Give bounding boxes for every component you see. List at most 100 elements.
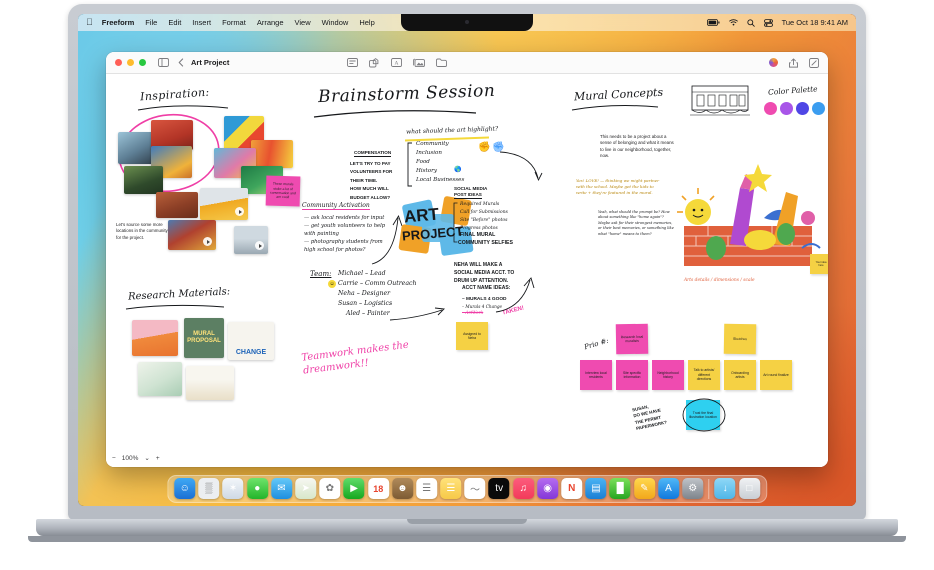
menu-item-edit[interactable]: Edit — [168, 18, 181, 27]
dock-app-settings[interactable]: ⚙ — [682, 478, 704, 499]
zoom-button[interactable] — [139, 59, 146, 66]
apple-icon[interactable]:  — [86, 18, 93, 27]
dock-app-maps[interactable]: ➤ — [295, 478, 317, 499]
dock-app-launchpad[interactable]: ▒ — [198, 478, 220, 499]
dock-app-calendar[interactable]: 18 — [367, 478, 389, 499]
arrow-to-account — [495, 277, 535, 313]
dock-app-photos[interactable]: ✿ — [319, 478, 341, 499]
menu-bar-clock[interactable]: Tue Oct 18 9:41 AM — [782, 18, 848, 27]
play-icon[interactable] — [255, 241, 264, 250]
insert-file-icon[interactable] — [436, 58, 448, 67]
dock-app-numbers[interactable]: █ — [609, 478, 631, 499]
dock-app-appletv[interactable]: tv — [488, 478, 510, 499]
dock-app-keynote[interactable]: ▤ — [585, 478, 607, 499]
sticky-note-pink[interactable]: Site specific information — [616, 360, 648, 390]
sticky-note-yellow[interactable]: Onboarding artists — [724, 360, 756, 390]
pages-icon: ✎ — [640, 483, 649, 494]
photo-thumbnail[interactable] — [124, 166, 163, 194]
collaborate-icon[interactable] — [769, 58, 778, 67]
palette-swatch[interactable] — [764, 102, 777, 115]
team-member: Carrie – Comm Outreach — [338, 280, 417, 288]
sidebar-toggle-icon[interactable] — [158, 58, 169, 67]
dock[interactable]: ☺ ▒ ✶ ● ✉ ➤ ✿ ▶ 18 ☻ ☰ ☰ 〜 tv ♫ ◉ N ▤ █ ✎ A ⚙ ↓ □ — [167, 475, 767, 503]
shapes-icon[interactable] — [369, 57, 380, 68]
palette-swatch[interactable] — [812, 102, 825, 115]
zoom-controls[interactable]: − 100% ⌄ + — [112, 454, 160, 463]
photo-thumbnail[interactable] — [156, 192, 198, 218]
sticky-note-yellow[interactable]: Sketches — [723, 323, 757, 355]
menu-item-window[interactable]: Window — [322, 18, 349, 27]
zoom-in-button[interactable]: + — [156, 455, 160, 462]
back-icon[interactable] — [178, 58, 184, 67]
wifi-icon[interactable] — [728, 19, 738, 26]
menu-item-freeform[interactable]: Freeform — [102, 18, 135, 27]
sticky-note-yellow[interactable]: Art round finalize — [760, 360, 792, 390]
belonging-note[interactable]: This needs to be a project about a sense… — [600, 134, 678, 160]
dock-app-facetime[interactable]: ▶ — [343, 478, 365, 499]
compose-icon[interactable] — [809, 57, 819, 68]
text-box-icon[interactable]: A — [391, 58, 403, 67]
research-doc-card[interactable] — [132, 320, 178, 356]
video-thumbnail[interactable] — [200, 188, 248, 220]
zoom-chevron-down-icon[interactable]: ⌄ — [144, 454, 149, 462]
research-doc-card[interactable] — [186, 366, 234, 400]
minimize-button[interactable] — [127, 59, 134, 66]
close-button[interactable] — [115, 59, 122, 66]
video-thumbnail[interactable] — [234, 226, 268, 254]
sticky-note-pink[interactable]: Research local muralists — [615, 323, 649, 355]
dock-app-downloads[interactable]: ↓ — [714, 478, 736, 499]
research-heading: Research Materials: — [127, 286, 231, 303]
dock-app-safari[interactable]: ✶ — [222, 478, 244, 499]
dock-app-news[interactable]: N — [561, 478, 583, 499]
laptop-device:  Freeform File Edit Insert Format Arran… — [0, 0, 934, 570]
source-locations-note[interactable]: Let's source some more locations in the … — [116, 222, 168, 241]
sticky-note-small[interactable]: Your idea here — [810, 254, 828, 274]
zoom-out-button[interactable]: − — [112, 455, 116, 462]
dock-app-freeform[interactable]: 〜 — [464, 478, 486, 499]
sticky-note-yellow[interactable]: Talk to artists/ different directions — [688, 360, 720, 390]
freeform-canvas[interactable]: Inspiration: These murals stoke a lot of… — [106, 74, 828, 467]
dock-app-mail[interactable]: ✉ — [271, 478, 292, 499]
dock-app-contacts[interactable]: ☻ — [391, 478, 413, 499]
menu-item-insert[interactable]: Insert — [192, 18, 211, 27]
menu-item-format[interactable]: Format — [222, 18, 246, 27]
dock-app-notes[interactable]: ☰ — [440, 478, 462, 499]
sticky-note-icon[interactable] — [347, 58, 359, 67]
zoom-level[interactable]: 100% — [122, 455, 139, 462]
photo-thumbnail[interactable] — [251, 140, 293, 168]
palette-swatch[interactable] — [796, 102, 809, 115]
share-icon[interactable] — [789, 57, 798, 68]
palette-swatch[interactable] — [780, 102, 793, 115]
sticky-note-assigned[interactable]: Assigned to Neha — [456, 322, 488, 350]
activation-title: Community Activation — [302, 202, 370, 210]
menu-item-arrange[interactable]: Arrange — [257, 18, 284, 27]
battery-icon[interactable] — [706, 19, 720, 26]
social-item: Required Murals — [460, 202, 500, 207]
search-icon[interactable] — [746, 18, 755, 27]
dock-app-podcasts[interactable]: ◉ — [537, 478, 559, 499]
research-doc-card[interactable]: MURAL PROPOSAL — [184, 318, 224, 358]
play-icon[interactable] — [203, 237, 212, 246]
dock-app-reminders[interactable]: ☰ — [416, 478, 438, 499]
dock-app-appstore[interactable]: A — [658, 478, 679, 499]
menu-item-view[interactable]: View — [295, 18, 311, 27]
launchpad-icon: ▒ — [205, 483, 213, 494]
sticky-note-pink[interactable]: These murals stoke a lot of conversation… — [265, 175, 301, 207]
control-center-icon[interactable] — [763, 18, 773, 27]
dock-app-pages[interactable]: ✎ — [633, 478, 655, 499]
dock-app-messages[interactable]: ● — [246, 478, 268, 499]
dock-app-finder[interactable]: ☺ — [174, 478, 196, 499]
mural-illustration[interactable] — [668, 148, 826, 276]
sticky-note-pink[interactable]: Neighborhood history — [652, 360, 684, 390]
video-thumbnail[interactable] — [168, 220, 216, 250]
research-doc-card[interactable] — [138, 362, 182, 396]
numbers-icon: █ — [616, 483, 624, 494]
play-icon[interactable] — [235, 207, 244, 216]
research-doc-card[interactable]: CHANGE — [228, 322, 274, 360]
menu-item-file[interactable]: File — [145, 18, 157, 27]
dock-app-music[interactable]: ♫ — [512, 478, 534, 499]
dock-app-trash[interactable]: □ — [738, 478, 760, 499]
media-icon[interactable] — [413, 58, 426, 67]
sticky-note-pink[interactable]: Interview local residents — [580, 360, 612, 390]
menu-item-help[interactable]: Help — [359, 18, 374, 27]
